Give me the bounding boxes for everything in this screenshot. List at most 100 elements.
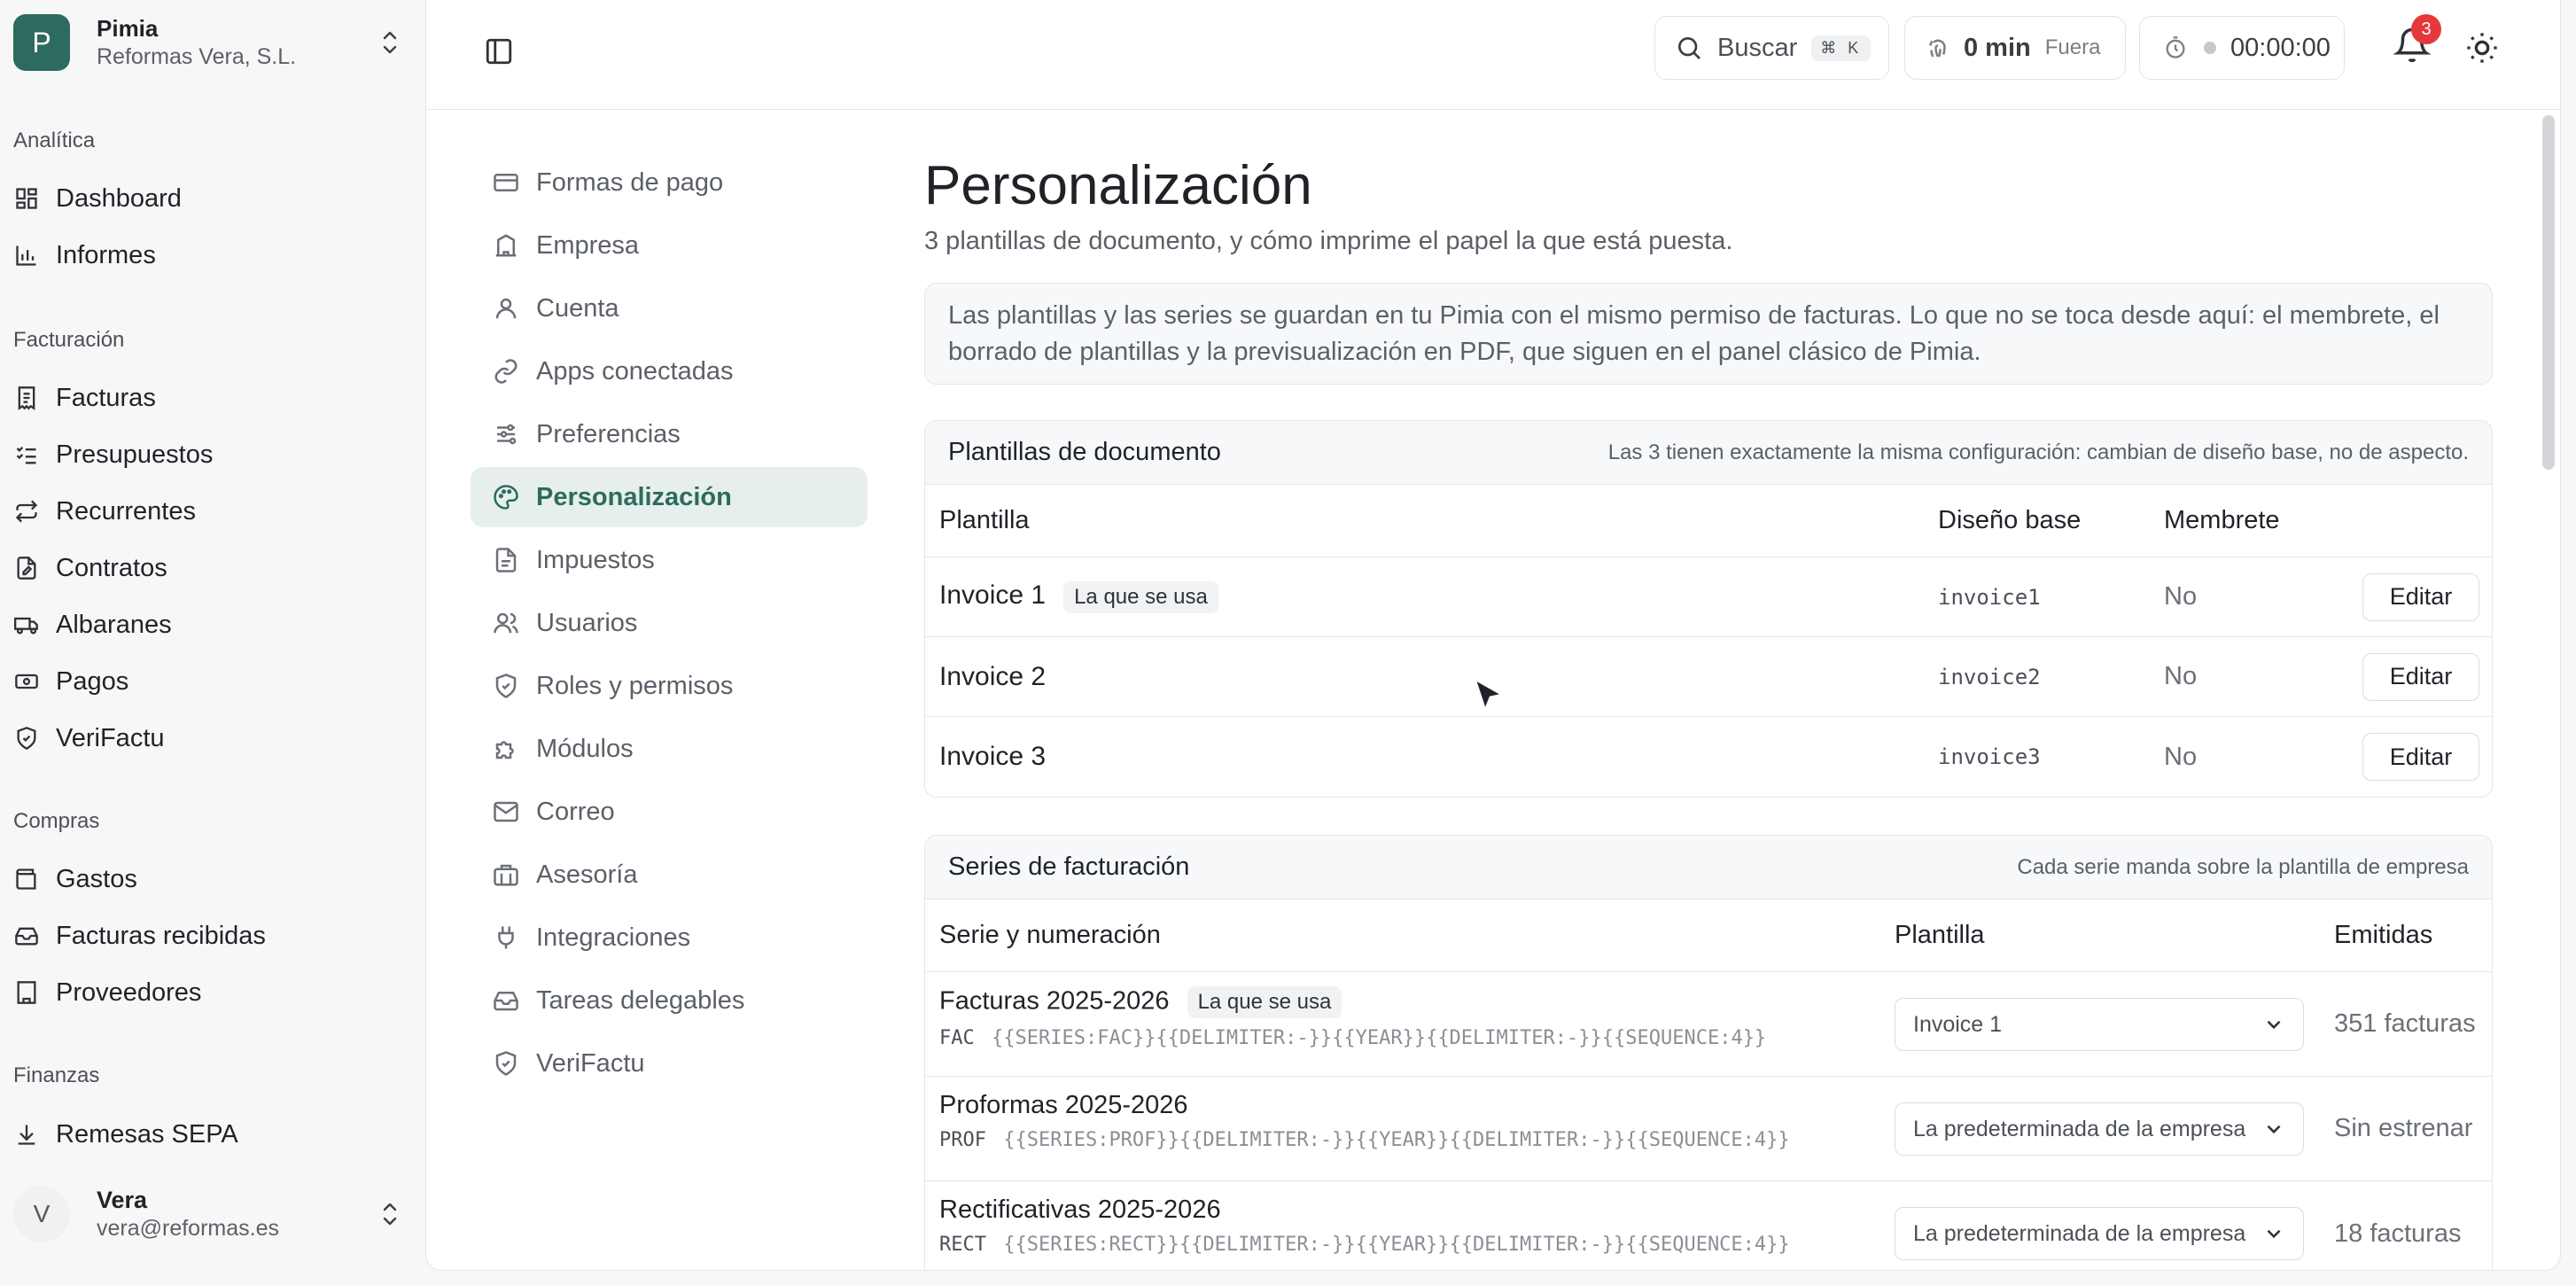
sliders-icon bbox=[492, 420, 520, 448]
nav-item-remesas-sepa[interactable]: Remesas SEPA bbox=[13, 1111, 403, 1157]
notifications-badge: 3 bbox=[2411, 14, 2441, 44]
settings-item-personalizacion[interactable]: Personalización bbox=[471, 467, 868, 527]
org-company: Reformas Vera, S.L. bbox=[97, 44, 297, 69]
palette-icon bbox=[492, 483, 520, 511]
page-subtitle: 3 plantillas de documento, y cómo imprim… bbox=[924, 227, 1733, 255]
settings-item-formas-de-pago[interactable]: Formas de pago bbox=[471, 152, 868, 213]
series-card: Series de facturación Cada serie manda s… bbox=[924, 835, 2493, 1270]
puzzle-icon bbox=[492, 735, 520, 763]
main-panel: Buscar ⌘ K 0 min Fuera 00:00:00 3 Formas… bbox=[425, 0, 2561, 1271]
user-menu[interactable]: V Vera vera@reformas.es bbox=[13, 1183, 403, 1245]
sidebar-toggle-button[interactable] bbox=[479, 32, 518, 71]
search-shortcut: ⌘ K bbox=[1811, 35, 1872, 61]
user-icon bbox=[492, 294, 520, 323]
settings-item-label: Módulos bbox=[536, 734, 634, 763]
settings-item-modulos[interactable]: Módulos bbox=[471, 719, 868, 779]
org-name: Pimia bbox=[97, 15, 159, 42]
table-row: Invoice 1 La que se usa invoice1 No Edita… bbox=[925, 557, 2492, 637]
template-letterhead: No bbox=[2164, 582, 2198, 611]
nav-item-label: Facturas bbox=[56, 383, 156, 412]
theme-toggle-button[interactable] bbox=[2464, 30, 2505, 71]
column-header: Diseño base bbox=[1938, 506, 2082, 534]
time-tracking-button[interactable]: 0 min Fuera bbox=[1904, 16, 2126, 80]
shield-icon bbox=[492, 672, 520, 700]
search-button[interactable]: Buscar ⌘ K bbox=[1654, 16, 1889, 80]
series-prefix: PROF bbox=[939, 1129, 986, 1151]
edit-button[interactable]: Editar bbox=[2362, 572, 2479, 621]
fingerprint-icon bbox=[1929, 39, 1946, 58]
templates-card: Plantillas de documento Las 3 tienen exa… bbox=[924, 420, 2493, 798]
truck-icon bbox=[13, 611, 40, 638]
timer-button[interactable]: 00:00:00 bbox=[2139, 16, 2345, 80]
time-value: 0 min bbox=[1964, 33, 2031, 62]
building-icon bbox=[492, 231, 520, 260]
settings-item-apps-conectadas[interactable]: Apps conectadas bbox=[471, 341, 868, 401]
nav-item-albaranes[interactable]: Albaranes bbox=[13, 602, 403, 648]
template-select[interactable]: La predeterminada de la empresa bbox=[1895, 1102, 2304, 1156]
column-header: Plantilla bbox=[939, 506, 1030, 534]
settings-item-label: Formas de pago bbox=[536, 167, 724, 197]
settings-item-label: Asesoría bbox=[536, 860, 638, 889]
template-base: invoice3 bbox=[1938, 744, 2041, 769]
nav-item-proveedores[interactable]: Proveedores bbox=[13, 970, 403, 1016]
scrollbar[interactable] bbox=[2542, 115, 2555, 470]
sun-icon bbox=[2467, 33, 2497, 63]
settings-item-correo[interactable]: Correo bbox=[471, 782, 868, 842]
nav-item-dashboard[interactable]: Dashboard bbox=[13, 175, 403, 222]
template-letterhead: No bbox=[2164, 742, 2198, 771]
settings-item-integraciones[interactable]: Integraciones bbox=[471, 907, 868, 968]
settings-item-impuestos[interactable]: Impuestos bbox=[471, 530, 868, 590]
settings-item-empresa[interactable]: Empresa bbox=[471, 215, 868, 276]
settings-item-label: Impuestos bbox=[536, 545, 655, 574]
page-title: Personalización bbox=[924, 155, 1312, 216]
settings-item-label: Apps conectadas bbox=[536, 356, 734, 386]
nav-item-facturas-recibidas[interactable]: Facturas recibidas bbox=[13, 913, 403, 959]
used-tag: La que se usa bbox=[1187, 986, 1342, 1018]
edit-button[interactable]: Editar bbox=[2362, 652, 2479, 701]
template-base: invoice2 bbox=[1938, 664, 2041, 689]
settings-item-usuarios[interactable]: Usuarios bbox=[471, 593, 868, 653]
settings-item-asesoria[interactable]: Asesoría bbox=[471, 845, 868, 905]
nav-group-facturacion: Facturación bbox=[13, 328, 125, 352]
nav-item-pagos[interactable]: Pagos bbox=[13, 658, 403, 705]
org-switcher[interactable]: P Pimia Reformas Vera, S.L. bbox=[13, 13, 403, 72]
nav-item-presupuestos[interactable]: Presupuestos bbox=[13, 432, 403, 478]
table-row: Invoice 2 invoice2 No Editar bbox=[925, 637, 2492, 717]
nav-item-recurrentes[interactable]: Recurrentes bbox=[13, 488, 403, 534]
bar-chart-icon bbox=[13, 242, 40, 269]
table-header: Plantilla Diseño base Membrete bbox=[925, 485, 2492, 557]
nav-item-label: Gastos bbox=[56, 864, 137, 893]
template-select[interactable]: Invoice 1 bbox=[1895, 998, 2304, 1051]
settings-item-label: Preferencias bbox=[536, 419, 681, 448]
chevron-down-icon bbox=[2267, 1020, 2281, 1030]
template-name: Invoice 2 bbox=[939, 661, 1047, 691]
settings-item-tareas-delegables[interactable]: Tareas delegables bbox=[471, 970, 868, 1031]
edit-button[interactable]: Editar bbox=[2362, 733, 2479, 781]
document-icon bbox=[492, 546, 520, 574]
nav-item-informes[interactable]: Informes bbox=[13, 232, 403, 278]
nav-item-facturas[interactable]: Facturas bbox=[13, 375, 403, 421]
nav-item-contratos[interactable]: Contratos bbox=[13, 545, 403, 591]
template-select[interactable]: La predeterminada de la empresa bbox=[1895, 1207, 2304, 1260]
settings-item-label: Tareas delegables bbox=[536, 985, 745, 1015]
nav-item-gastos[interactable]: Gastos bbox=[13, 856, 403, 902]
select-value: La predeterminada de la empresa bbox=[1913, 1116, 2246, 1141]
topbar: Buscar ⌘ K 0 min Fuera 00:00:00 3 bbox=[426, 0, 2560, 110]
nav-item-verifactu[interactable]: VeriFactu bbox=[13, 715, 403, 761]
mail-icon bbox=[492, 798, 520, 826]
column-header: Plantilla bbox=[1895, 921, 1985, 949]
settings-item-label: VeriFactu bbox=[536, 1048, 645, 1078]
chevrons-up-down-icon bbox=[377, 1196, 403, 1232]
column-header: Serie y numeración bbox=[939, 921, 1161, 949]
settings-item-verifactu[interactable]: VeriFactu bbox=[471, 1033, 868, 1094]
inbox-icon bbox=[13, 923, 40, 949]
settings-item-preferencias[interactable]: Preferencias bbox=[471, 404, 868, 464]
select-value: Invoice 1 bbox=[1913, 1011, 2003, 1037]
table-header: Serie y numeración Plantilla Emitidas bbox=[925, 900, 2492, 972]
inbox-icon bbox=[492, 986, 520, 1015]
briefcase-icon bbox=[492, 861, 520, 889]
settings-item-label: Usuarios bbox=[536, 608, 638, 637]
settings-item-cuenta[interactable]: Cuenta bbox=[471, 278, 868, 339]
nav-item-label: Contratos bbox=[56, 553, 167, 582]
settings-item-roles-y-permisos[interactable]: Roles y permisos bbox=[471, 656, 868, 716]
